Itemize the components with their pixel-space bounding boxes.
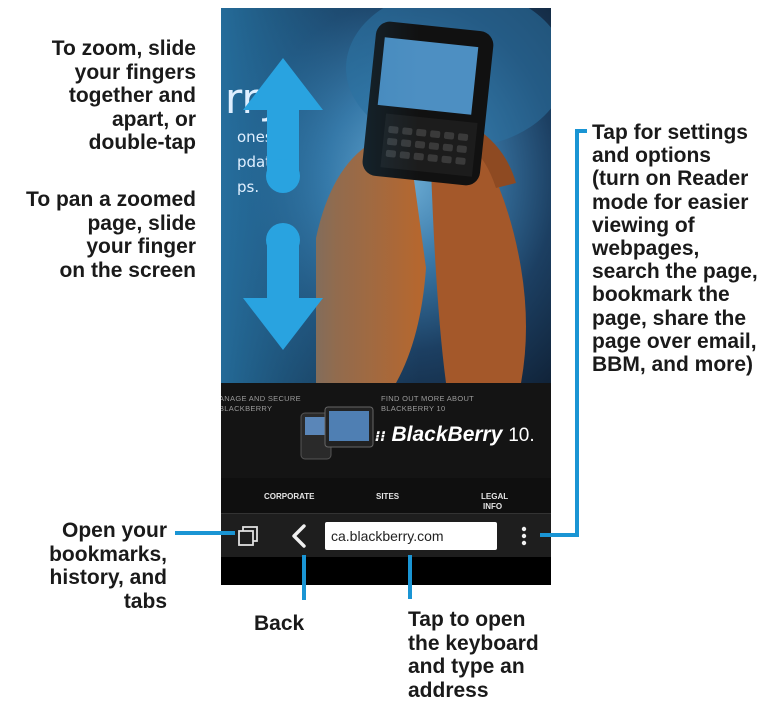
settings-line: page over email, <box>592 329 757 353</box>
pan-line: page, slide <box>87 211 196 235</box>
blackberry-logo-mark: ⁝⁝ <box>375 428 386 444</box>
bookmarks-leader <box>175 531 235 535</box>
address-bar[interactable]: ca.blackberry.com <box>325 522 497 550</box>
browser-toolbar: ca.blackberry.com <box>221 513 551 558</box>
settings-instruction: Tap for settings and options (turn on Re… <box>592 121 776 376</box>
blackberry-logo: ⁝⁝ BlackBerry 10. <box>375 423 535 447</box>
back-leader <box>302 555 306 600</box>
phone-screen: rry ones pdate ps. ANAGE AND SECURE BLAC… <box>221 8 551 585</box>
promo-caption-right: FIND OUT MORE ABOUT BLACKBERRY 10 <box>381 394 474 414</box>
settings-leader-vertical <box>575 129 579 537</box>
bookmarks-line: bookmarks, <box>49 542 167 566</box>
zoom-line: To zoom, slide <box>51 37 196 60</box>
zoom-line: apart, or <box>111 107 196 131</box>
zoom-line: together and <box>68 84 196 107</box>
pan-line: on the screen <box>59 258 196 282</box>
bookmarks-instruction: Open your bookmarks, history, and tabs <box>20 519 167 613</box>
footer-link-sites[interactable]: SITES <box>376 492 399 502</box>
zoom-instruction: To zoom, slide your fingers together and… <box>20 37 196 155</box>
overflow-menu-button[interactable] <box>511 514 537 558</box>
settings-line: mode for easier <box>592 190 749 214</box>
address-line: the keyboard <box>408 631 539 655</box>
blackberry-logo-text: BlackBerry <box>391 423 503 446</box>
zoom-line: your fingers <box>74 60 196 84</box>
settings-line: Tap for settings <box>592 121 748 144</box>
settings-line: viewing of <box>592 213 695 237</box>
footer-link-info[interactable]: INFO <box>483 502 502 512</box>
settings-line: (turn on Reader <box>592 167 749 191</box>
address-line: and type an <box>408 655 525 678</box>
pinch-gesture-arrows <box>243 58 323 350</box>
address-leader <box>408 555 412 599</box>
bookmarks-line: history, and <box>49 566 167 589</box>
zoom-line: double-tap <box>88 131 196 154</box>
settings-line: page, share the <box>592 306 747 330</box>
overflow-menu-icon <box>521 526 527 546</box>
website-promo-section: ANAGE AND SECURE BLACKBERRY FIND OUT MOR… <box>221 383 551 478</box>
phone-bezel-bottom <box>221 557 551 585</box>
tabs-button[interactable] <box>227 514 269 558</box>
settings-leader-bottom <box>540 533 579 537</box>
device-images <box>300 406 374 460</box>
promo-caption-left: ANAGE AND SECURE BLACKBERRY <box>221 394 301 414</box>
settings-line: and options <box>592 144 711 168</box>
address-instruction: Tap to open the keyboard and type an add… <box>408 608 578 702</box>
website-footer-links: CORPORATE SITES LEGAL INFO <box>221 478 551 513</box>
settings-line: bookmark the <box>592 283 730 307</box>
address-line: address <box>408 678 489 702</box>
tabs-icon <box>238 526 258 546</box>
promo-caption-line: BLACKBERRY <box>221 404 273 413</box>
promo-caption-line: ANAGE AND SECURE <box>221 394 301 403</box>
chevron-left-icon <box>292 524 306 548</box>
pan-line: To pan a zoomed <box>26 188 196 211</box>
blackberry-logo-version: 10. <box>508 425 535 446</box>
settings-line: BBM, and more) <box>592 353 754 377</box>
pan-instruction: To pan a zoomed page, slide your finger … <box>0 188 196 282</box>
address-line: Tap to open <box>408 608 526 631</box>
promo-caption-line: BLACKBERRY 10 <box>381 404 446 413</box>
back-button[interactable] <box>281 514 317 558</box>
bookmarks-line: Open your <box>61 519 167 542</box>
promo-caption-line: FIND OUT MORE ABOUT <box>381 394 475 403</box>
bookmarks-line: tabs <box>123 589 167 613</box>
pan-line: your finger <box>86 235 196 258</box>
hero-image: rry ones pdate ps. <box>221 8 551 383</box>
back-instruction: Back <box>254 612 305 635</box>
footer-link-corporate[interactable]: CORPORATE <box>264 492 315 502</box>
settings-line: webpages, <box>592 237 700 261</box>
settings-leader-top <box>575 129 587 133</box>
footer-link-legal[interactable]: LEGAL <box>481 492 508 502</box>
settings-line: search the page, <box>592 260 758 284</box>
